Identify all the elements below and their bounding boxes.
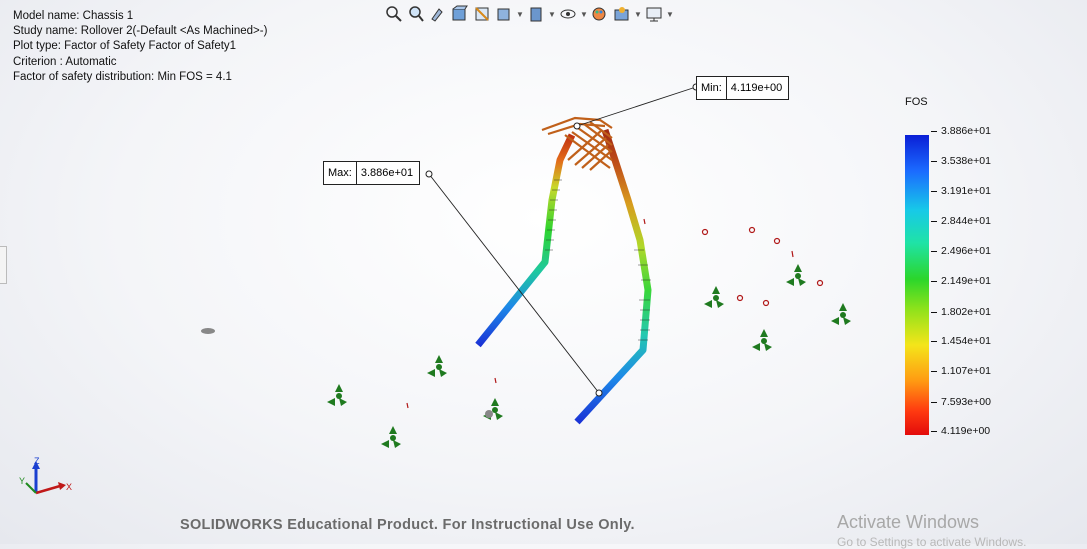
educational-watermark: SOLIDWORKS Educational Product. For Inst… <box>180 517 635 533</box>
fixture-symbols <box>327 264 851 448</box>
zoom-to-area-icon[interactable] <box>406 4 426 24</box>
legend-tick: 1.802e+01 <box>931 306 991 318</box>
fos-distribution-text: Factor of safety distribution: Min FOS =… <box>13 70 232 83</box>
min-leader-line <box>576 86 697 127</box>
hide-show-items-icon[interactable] <box>526 4 546 24</box>
view-settings-dropdown-icon[interactable]: ▼ <box>666 4 674 24</box>
activate-windows-subtitle: Go to Settings to activate Windows. <box>837 535 1027 549</box>
min-callout-label: Min: <box>697 77 727 99</box>
apply-scene-icon[interactable] <box>612 4 632 24</box>
study-info-block: Model name: Chassis 1 Study name: Rollov… <box>13 9 267 85</box>
eye-icon[interactable] <box>558 4 578 24</box>
display-style-dropdown-icon[interactable]: ▼ <box>516 4 524 24</box>
legend-tick: 3.191e+01 <box>931 185 991 197</box>
max-callout-label: Max: <box>324 162 357 184</box>
legend-tick: 2.844e+01 <box>931 215 991 227</box>
min-callout-value: 4.119e+00 <box>730 82 783 94</box>
max-callout-value: 3.886e+01 <box>360 167 414 179</box>
legend-tick: 2.149e+01 <box>931 275 991 287</box>
edit-appearance-icon[interactable] <box>590 4 610 24</box>
triad-z-label: Z <box>34 456 40 466</box>
zoom-to-fit-icon[interactable] <box>384 4 404 24</box>
eye-dropdown-icon[interactable]: ▼ <box>580 4 588 24</box>
heads-up-view-toolbar: ▼ ▼ ▼ ▼ ▼ <box>384 3 674 25</box>
legend-tick: 4.119e+00 <box>931 425 990 437</box>
max-leader-line <box>428 173 600 394</box>
legend-tick: 1.454e+01 <box>931 335 991 347</box>
legend-tick: 2.496e+01 <box>931 245 991 257</box>
legend-tick: 7.593e+00 <box>931 396 991 408</box>
hide-show-dropdown-icon[interactable]: ▼ <box>548 4 556 24</box>
fos-color-scale[interactable] <box>905 135 929 435</box>
triad-y-label: Y <box>19 476 25 486</box>
min-fos-callout[interactable]: Min: 4.119e+00 <box>696 76 790 100</box>
legend-tick: 3.886e+01 <box>931 125 991 137</box>
section-view-icon[interactable] <box>450 4 470 24</box>
legend-title: FOS <box>905 96 928 108</box>
legend-tick-labels: 3.886e+01 3.538e+01 3.191e+01 2.844e+01 … <box>931 125 1001 445</box>
activate-windows-title: Activate Windows <box>837 512 980 532</box>
max-fos-callout[interactable]: Max: 3.886e+01 <box>323 161 421 185</box>
display-style-icon[interactable] <box>494 4 514 24</box>
legend-tick: 3.538e+01 <box>931 155 991 167</box>
study-name-text: Study name: Rollover 2(-Default <As Mach… <box>13 25 268 38</box>
criterion-text: Criterion : Automatic <box>13 55 117 68</box>
triad-x-label: X <box>66 482 72 492</box>
reference-triad[interactable]: Z X Y <box>16 455 76 500</box>
view-orientation-icon[interactable] <box>472 4 492 24</box>
loose-part <box>201 328 215 334</box>
model-name-text: Model name: Chassis 1 <box>13 10 134 22</box>
previous-view-icon[interactable] <box>428 4 448 24</box>
legend-tick: 1.107e+01 <box>931 365 991 377</box>
side-panel-handle[interactable] <box>0 246 7 284</box>
scene-dropdown-icon[interactable]: ▼ <box>634 4 642 24</box>
view-settings-icon[interactable] <box>644 4 664 24</box>
plot-type-text: Plot type: Factor of Safety Factor of Sa… <box>13 40 237 53</box>
